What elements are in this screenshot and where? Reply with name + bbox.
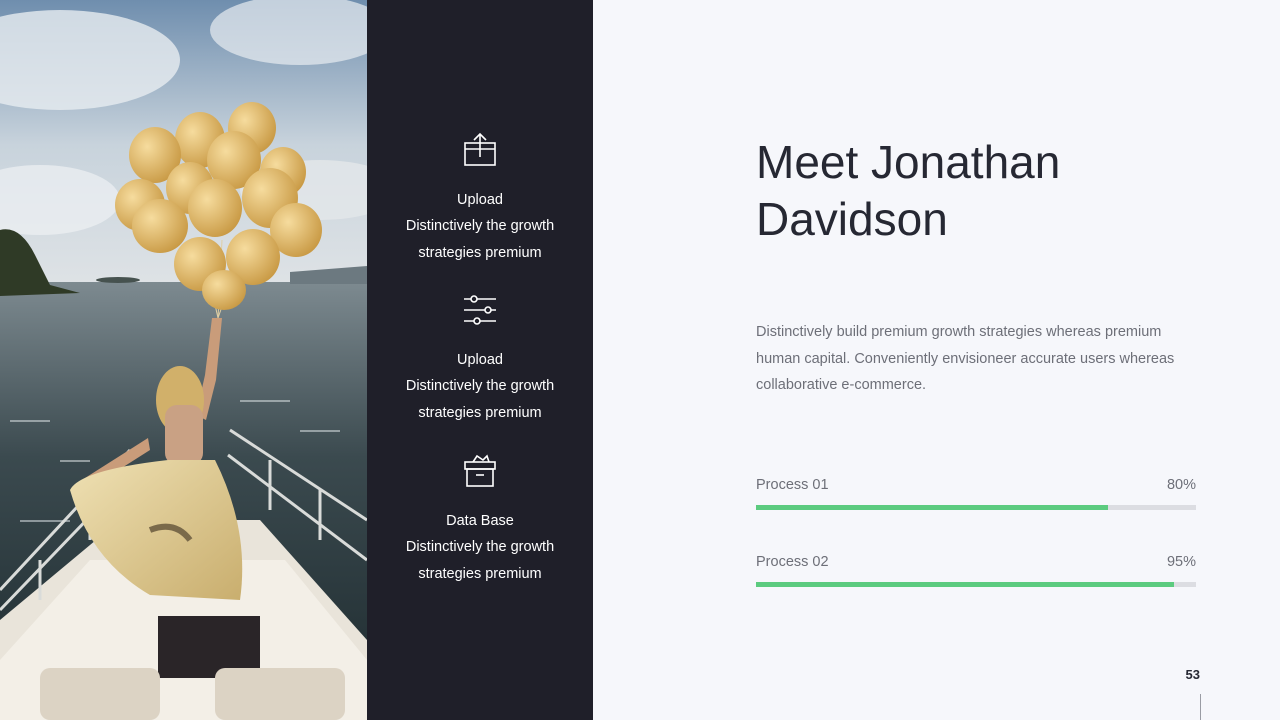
process-value: 80% — [1166, 477, 1196, 493]
feature-description: Distinctively the growth strategies prem… — [405, 539, 555, 582]
progress-fill — [756, 582, 1174, 587]
feature-sidebar: Upload Distinctively the growth strategi… — [367, 0, 593, 720]
feature-title: Upload — [457, 352, 503, 368]
feature-description: Distinctively the growth strategies prem… — [405, 218, 555, 261]
database-box-icon — [464, 454, 496, 487]
hero-photo — [0, 0, 367, 720]
feature-title: Data Base — [446, 513, 514, 529]
balloon-boat-image — [0, 0, 367, 720]
feature-item-database: Data Base Distinctively the growth strat… — [367, 452, 593, 588]
process-label: Process 02 — [756, 554, 829, 570]
page-title: Meet Jonathan Davidson — [756, 136, 1061, 245]
feature-item-upload-settings: Upload Distinctively the growth strategi… — [367, 291, 593, 427]
page-number: 53 — [1185, 667, 1200, 682]
process-bar-02: Process 02 95% — [756, 553, 1196, 587]
upload-box-icon — [464, 132, 496, 166]
page-number-divider — [1200, 694, 1201, 720]
intro-paragraph: Distinctively build premium growth strat… — [756, 324, 1175, 393]
process-value: 95% — [1166, 554, 1196, 570]
progress-track — [756, 505, 1196, 510]
progress-fill — [756, 505, 1108, 510]
feature-title: Upload — [457, 192, 503, 208]
process-label: Process 01 — [756, 477, 829, 493]
sliders-icon — [464, 295, 496, 325]
progress-track — [756, 582, 1196, 587]
feature-item-upload: Upload Distinctively the growth strategi… — [367, 131, 593, 267]
process-bar-01: Process 01 80% — [756, 476, 1196, 510]
main-content: Meet Jonathan Davidson Distinctively bui… — [593, 0, 1280, 720]
feature-description: Distinctively the growth strategies prem… — [405, 378, 555, 421]
